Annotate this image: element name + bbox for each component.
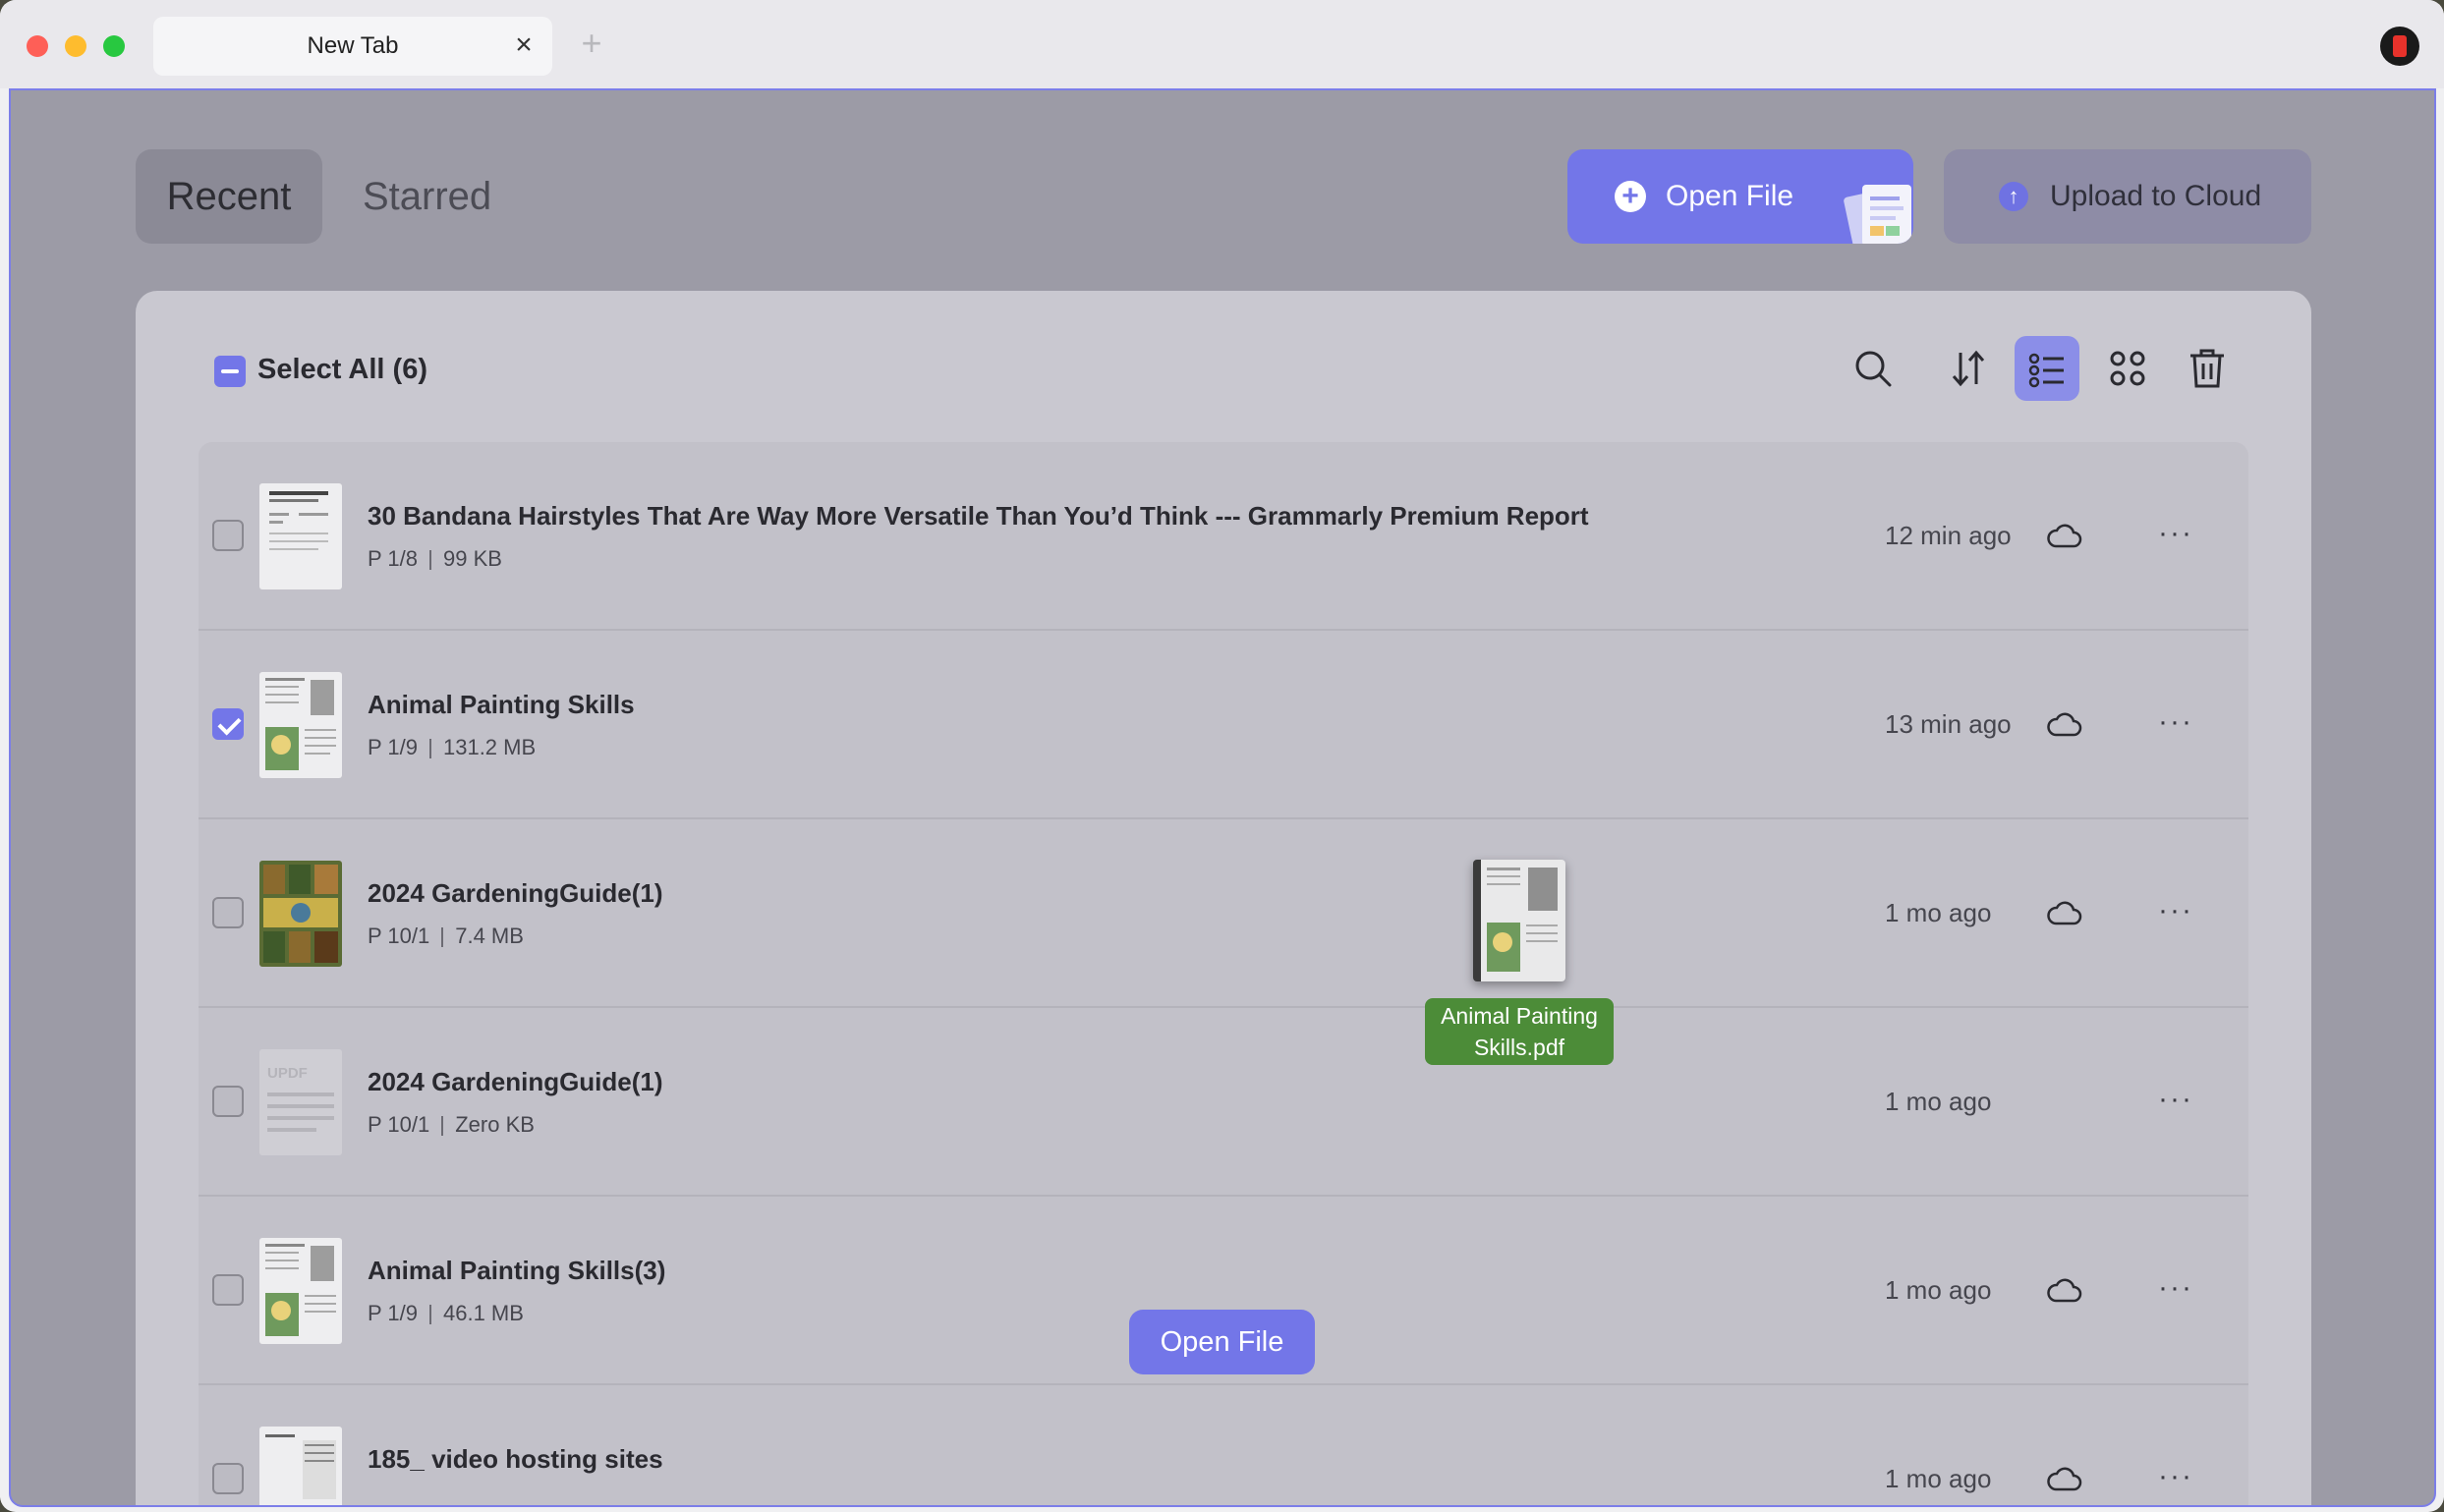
select-all-label[interactable]: Select All (6)	[257, 354, 427, 386]
cloud-icon[interactable]	[2047, 1464, 2082, 1493]
file-size: 7.4 MB	[455, 924, 524, 948]
grid-view-button[interactable]	[2095, 336, 2160, 401]
delete-button[interactable]	[2175, 336, 2240, 401]
file-pages: P 10/1	[368, 1112, 430, 1137]
thumbnail-watermark: UPDF	[267, 1065, 308, 1082]
more-options-icon[interactable]: ···	[2158, 1462, 2197, 1491]
main-area: Recent Starred + Open File ↑ Upload to C…	[9, 88, 2436, 1507]
list-view-icon	[2028, 353, 2064, 388]
title-bar: New Tab × +	[0, 0, 2444, 88]
file-size: Zero KB	[455, 1112, 535, 1137]
new-tab-button[interactable]: +	[574, 26, 609, 61]
file-thumbnail	[259, 861, 342, 967]
more-options-icon[interactable]: ···	[2158, 707, 2197, 737]
file-pages: P 1/8	[368, 546, 418, 571]
file-name: Animal Painting Skills(3)	[368, 1256, 666, 1285]
file-name: Animal Painting Skills	[368, 690, 635, 719]
documents-icon	[1844, 185, 1911, 244]
list-view-button[interactable]	[2015, 336, 2079, 401]
sort-icon	[1952, 350, 1985, 387]
grid-view-icon	[2110, 351, 2145, 386]
file-time: 1 mo ago	[1885, 1087, 1992, 1116]
file-thumbnail	[259, 1238, 342, 1344]
dragged-file-preview	[1473, 860, 1565, 981]
dragged-file-name: Animal Painting Skills.pdf	[1425, 998, 1614, 1065]
row-checkbox[interactable]	[212, 520, 244, 551]
row-checkbox[interactable]	[212, 1463, 244, 1494]
file-pages: P 1/9	[368, 1301, 418, 1325]
upload-arrow-icon: ↑	[1999, 182, 2028, 211]
cloud-icon[interactable]	[2047, 898, 2082, 927]
file-row[interactable]: 30 Bandana Hairstyles That Are Way More …	[199, 442, 2248, 631]
row-checkbox[interactable]	[212, 1086, 244, 1117]
drop-open-file-button[interactable]: Open File	[1129, 1310, 1315, 1374]
file-time: 1 mo ago	[1885, 1275, 1992, 1305]
search-icon	[1855, 351, 1892, 387]
file-time: 12 min ago	[1885, 521, 2012, 550]
file-row[interactable]: 185_ video hosting sites 1 mo ago ···	[199, 1385, 2248, 1505]
file-size: 46.1 MB	[442, 1301, 524, 1325]
file-time: 1 mo ago	[1885, 898, 1992, 927]
file-time: 13 min ago	[1885, 709, 2012, 739]
file-name: 2024 GardeningGuide(1)	[368, 1067, 663, 1096]
file-size: 131.2 MB	[442, 735, 537, 759]
file-size: 99 KB	[442, 546, 502, 571]
file-row[interactable]: 2024 GardeningGuide(1) P 10/1 7.4 MB 1 mo…	[199, 819, 2248, 1008]
file-meta: P 1/8 99 KB	[368, 546, 502, 572]
close-window-button[interactable]	[27, 35, 48, 57]
maximize-window-button[interactable]	[103, 35, 125, 57]
open-file-label: Open File	[1666, 180, 1794, 212]
more-options-icon[interactable]: ···	[2158, 519, 2197, 548]
upload-label: Upload to Cloud	[2050, 180, 2262, 212]
file-thumbnail: UPDF	[259, 1049, 342, 1155]
file-meta: P 10/1 Zero KB	[368, 1112, 535, 1138]
app-window: New Tab × + Recent Starred + Open File ↑…	[0, 0, 2444, 1512]
more-options-icon[interactable]: ···	[2158, 1085, 2197, 1114]
row-checkbox[interactable]	[212, 897, 244, 928]
cloud-icon[interactable]	[2047, 521, 2082, 550]
tab-new-tab[interactable]: New Tab ×	[153, 17, 552, 76]
trash-icon	[2190, 349, 2224, 388]
file-thumbnail	[259, 483, 342, 589]
file-meta: P 1/9 131.2 MB	[368, 735, 536, 760]
more-options-icon[interactable]: ···	[2158, 1273, 2197, 1303]
file-name: 30 Bandana Hairstyles That Are Way More …	[368, 501, 1589, 531]
file-thumbnail	[259, 672, 342, 778]
plus-icon: +	[1615, 181, 1646, 212]
file-row[interactable]: Animal Painting Skills P 1/9 131.2 MB 13 …	[199, 631, 2248, 819]
cloud-icon[interactable]	[2047, 1275, 2082, 1305]
file-pages: P 10/1	[368, 924, 430, 948]
sort-button[interactable]	[1936, 336, 2001, 401]
minimize-window-button[interactable]	[65, 35, 86, 57]
file-name: 2024 GardeningGuide(1)	[368, 878, 663, 908]
file-time: 1 mo ago	[1885, 1464, 1992, 1493]
tab-starred[interactable]: Starred	[363, 149, 540, 244]
upload-to-cloud-button[interactable]: ↑ Upload to Cloud	[1944, 149, 2311, 244]
tab-close-icon[interactable]: ×	[509, 30, 539, 60]
row-checkbox[interactable]	[212, 1274, 244, 1306]
open-file-button[interactable]: + Open File	[1567, 149, 1913, 244]
search-button[interactable]	[1841, 336, 1905, 401]
file-thumbnail	[259, 1427, 342, 1505]
account-avatar[interactable]	[2380, 27, 2419, 66]
cloud-icon[interactable]	[2047, 709, 2082, 739]
tab-title: New Tab	[307, 32, 399, 59]
row-checkbox[interactable]	[212, 708, 244, 740]
file-name: 185_ video hosting sites	[368, 1444, 663, 1474]
file-row[interactable]: UPDF 2024 GardeningGuide(1) P 10/1 Zero K…	[199, 1008, 2248, 1197]
file-pages: P 1/9	[368, 735, 418, 759]
more-options-icon[interactable]: ···	[2158, 896, 2197, 925]
tab-recent[interactable]: Recent	[136, 149, 322, 244]
select-all-checkbox[interactable]	[214, 356, 246, 387]
file-meta: P 10/1 7.4 MB	[368, 924, 524, 949]
file-meta: P 1/9 46.1 MB	[368, 1301, 524, 1326]
